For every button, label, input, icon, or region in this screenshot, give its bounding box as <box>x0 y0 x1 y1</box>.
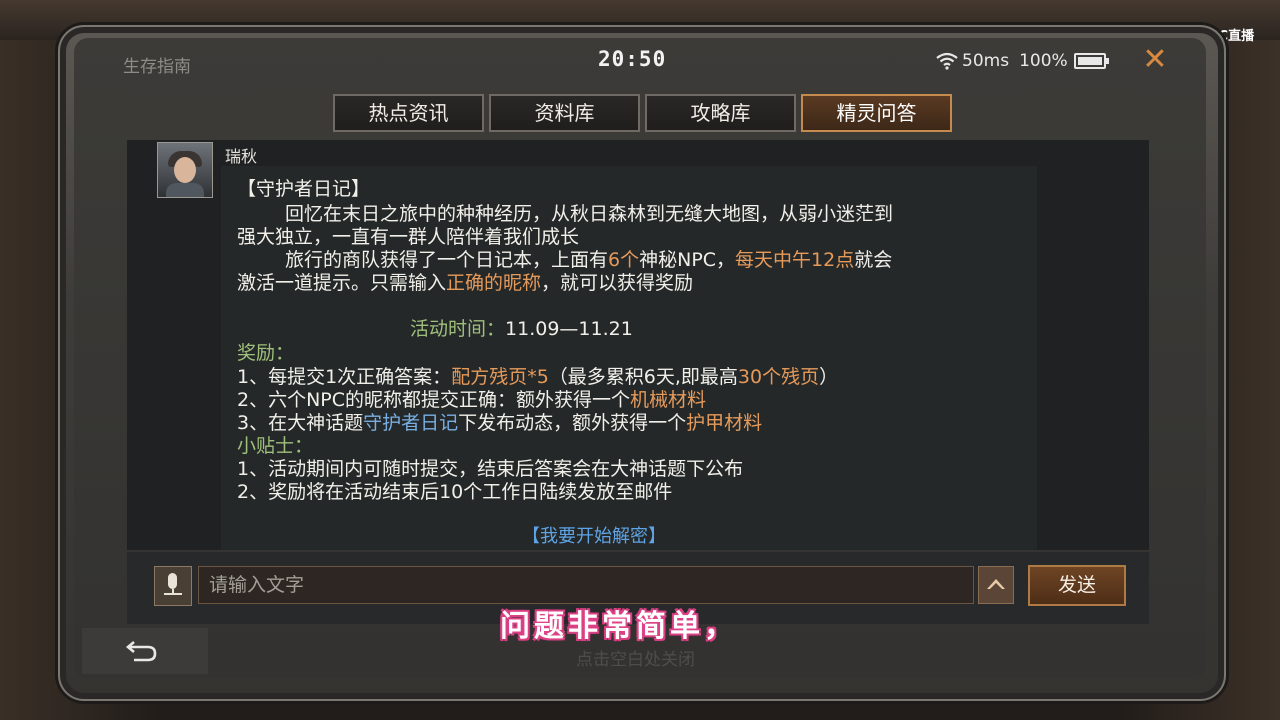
tab-hot-news[interactable]: 热点资讯 <box>333 94 484 132</box>
event-time: 活动时间：11.09—11.21 <box>410 318 633 340</box>
battery-icon <box>1073 53 1109 69</box>
message-paragraph-1-cont: 强大独立，一直有一群人陪伴着我们成长 <box>237 226 580 248</box>
message-input[interactable] <box>198 566 974 604</box>
expand-button[interactable] <box>978 566 1014 604</box>
reward-item-2: 2、六个NPC的昵称都提交正确：额外获得一个机械材料 <box>237 389 707 411</box>
tip-item-1: 1、活动期间内可随时提交，结束后答案会在大神话题下公布 <box>237 458 744 480</box>
sender-name: 瑞秋 <box>225 147 258 166</box>
tab-spirit-qa[interactable]: 精灵问答 <box>801 94 952 132</box>
ping-text: 50ms <box>962 51 1010 71</box>
status-bar: 50ms 100% <box>936 50 1109 72</box>
close-button[interactable]: ✕ <box>1140 45 1170 76</box>
message-paragraph-2: 旅行的商队获得了一个日记本，上面有6个神秘NPC，每天中午12点就会 <box>285 249 893 271</box>
reward-heading: 奖励： <box>237 342 295 364</box>
video-subtitle: 问题非常简单， <box>500 609 738 644</box>
voice-input-button[interactable] <box>154 566 192 606</box>
message-paragraph-1: 回忆在末日之旅中的种种经历，从秋日森林到无缝大地图，从弱小迷茫到 <box>285 203 894 225</box>
send-button[interactable]: 发送 <box>1028 565 1126 606</box>
tip-item-2: 2、奖励将在活动结束后10个工作日陆续发放至邮件 <box>237 481 673 503</box>
app-title: 生存指南 <box>123 57 191 77</box>
message-paragraph-2-cont: 激活一道提示。只需输入正确的昵称，就可以获得奖励 <box>237 272 694 294</box>
clock: 20:50 <box>598 47 667 71</box>
reward-item-1: 1、每提交1次正确答案：配方残页*5（最多累积6天,即最高30个残页） <box>237 366 839 388</box>
avatar[interactable] <box>157 142 213 198</box>
back-arrow-icon <box>125 641 157 662</box>
reward-item-3: 3、在大神话题守护者日记下发布动态，额外获得一个护甲材料 <box>237 412 763 434</box>
battery-text: 100% <box>1019 51 1068 71</box>
close-icon: ✕ <box>1142 42 1168 77</box>
close-hint: 点击空白处关闭 <box>576 650 695 670</box>
message-title: 【守护者日记】 <box>237 178 371 200</box>
tips-heading: 小贴士： <box>237 435 314 457</box>
wifi-icon <box>936 52 958 70</box>
start-decrypt-link[interactable]: 【我要开始解密】 <box>522 526 666 548</box>
back-button[interactable] <box>82 628 208 674</box>
tab-guides[interactable]: 攻略库 <box>645 94 796 132</box>
tab-database[interactable]: 资料库 <box>489 94 640 132</box>
tab-bar: 热点资讯 资料库 攻略库 精灵问答 <box>333 94 952 132</box>
